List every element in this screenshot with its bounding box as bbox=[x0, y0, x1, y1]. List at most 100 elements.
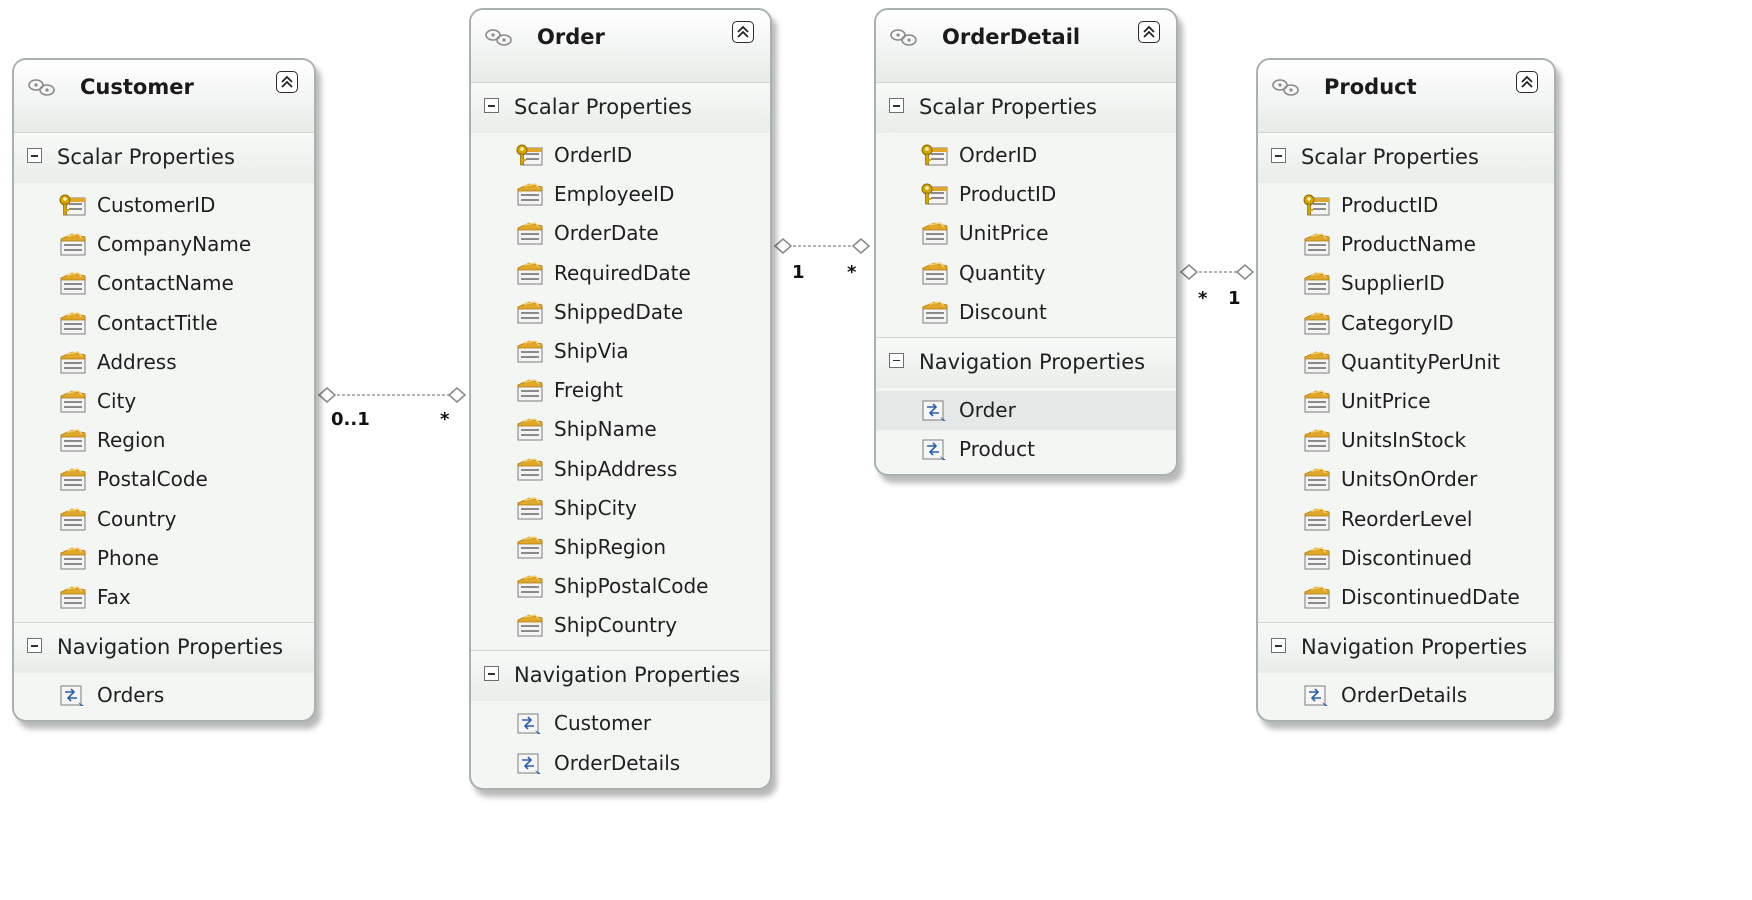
scalar-property[interactable]: Discontinued bbox=[1258, 539, 1554, 578]
section-label: Navigation Properties bbox=[57, 635, 284, 660]
property-name: UnitPrice bbox=[1341, 388, 1431, 413]
scalar-property[interactable]: PostalCode bbox=[14, 460, 314, 499]
collapse-section-icon[interactable] bbox=[889, 98, 904, 113]
scalar-property[interactable]: Discount bbox=[876, 293, 1176, 332]
association-order-orderdetail[interactable] bbox=[773, 238, 871, 254]
scalar-property[interactable]: ProductID bbox=[1258, 186, 1554, 225]
entity-orderdetail[interactable]: OrderDetail Scalar Properties OrderID Produ… bbox=[874, 8, 1178, 477]
scalar-property[interactable]: CompanyName bbox=[14, 225, 314, 264]
collapse-section-icon[interactable] bbox=[484, 666, 499, 682]
scalar-property[interactable]: UnitPrice bbox=[1258, 382, 1554, 421]
navigation-properties-header[interactable]: Navigation Properties bbox=[471, 650, 770, 702]
key-property-icon bbox=[58, 193, 88, 218]
scalar-property[interactable]: SupplierID bbox=[1258, 264, 1554, 303]
section-label: Scalar Properties bbox=[514, 95, 692, 119]
scalar-property[interactable]: ContactName bbox=[14, 264, 314, 303]
property-name: RequiredDate bbox=[554, 260, 691, 285]
property-name: Discount bbox=[959, 299, 1047, 324]
navigation-properties-header[interactable]: Navigation Properties bbox=[876, 336, 1176, 388]
scalar-property[interactable]: ShipPostalCode bbox=[471, 567, 770, 606]
collapse-section-icon[interactable] bbox=[27, 148, 42, 163]
section-label: Navigation Properties bbox=[1301, 635, 1528, 660]
entity-header[interactable]: OrderDetail bbox=[876, 10, 1176, 82]
entity-customer[interactable]: Customer Scalar Properties CustomerID Compa… bbox=[12, 58, 316, 723]
scalar-property[interactable]: Quantity bbox=[876, 254, 1176, 293]
collapse-section-icon[interactable] bbox=[27, 638, 42, 654]
collapse-button[interactable] bbox=[1516, 71, 1538, 93]
navigation-property[interactable]: OrderDetails bbox=[1258, 676, 1554, 715]
property-name: ShipPostalCode bbox=[554, 574, 709, 599]
scalar-property[interactable]: UnitsInStock bbox=[1258, 421, 1554, 460]
key-property-icon bbox=[920, 143, 950, 168]
entity-header[interactable]: Product bbox=[1258, 60, 1554, 132]
scalar-property[interactable]: Fax bbox=[14, 578, 314, 617]
collapse-button[interactable] bbox=[1138, 21, 1160, 43]
scalar-property[interactable]: OrderID bbox=[471, 136, 770, 175]
scalar-property[interactable]: Country bbox=[14, 500, 314, 539]
scalar-property[interactable]: ShippedDate bbox=[471, 293, 770, 332]
property-name: Quantity bbox=[959, 260, 1046, 285]
navigation-property[interactable]: Customer bbox=[471, 704, 770, 743]
scalar-property[interactable]: City bbox=[14, 382, 314, 421]
scalar-property[interactable]: Freight bbox=[471, 371, 770, 410]
scalar-property[interactable]: CategoryID bbox=[1258, 304, 1554, 343]
scalar-properties-header[interactable]: Scalar Properties bbox=[876, 82, 1176, 133]
scalar-property[interactable]: ShipRegion bbox=[471, 528, 770, 567]
property-name: DiscontinuedDate bbox=[1341, 584, 1520, 609]
collapse-section-icon[interactable] bbox=[1271, 638, 1286, 654]
scalar-property[interactable]: OrderDate bbox=[471, 214, 770, 253]
navigation-property[interactable]: Product bbox=[876, 430, 1176, 469]
scalar-properties-header[interactable]: Scalar Properties bbox=[14, 132, 314, 183]
scalar-property[interactable]: Address bbox=[14, 343, 314, 382]
scalar-property[interactable]: RequiredDate bbox=[471, 254, 770, 293]
scalar-property[interactable]: ShipName bbox=[471, 410, 770, 449]
property-name: ShipRegion bbox=[554, 534, 667, 559]
entity-order[interactable]: Order Scalar Properties OrderID EmployeeID O… bbox=[469, 8, 772, 790]
collapse-button[interactable] bbox=[732, 21, 754, 43]
scalar-property[interactable]: ProductName bbox=[1258, 225, 1554, 264]
scalar-property-icon bbox=[515, 417, 545, 442]
scalar-property[interactable]: ContactTitle bbox=[14, 304, 314, 343]
collapse-section-icon[interactable] bbox=[484, 98, 499, 113]
scalar-property[interactable]: QuantityPerUnit bbox=[1258, 343, 1554, 382]
entity-header[interactable]: Order bbox=[471, 10, 770, 82]
scalar-property[interactable]: DiscontinuedDate bbox=[1258, 578, 1554, 617]
scalar-property[interactable]: UnitsOnOrder bbox=[1258, 460, 1554, 499]
scalar-property[interactable]: UnitPrice bbox=[876, 214, 1176, 253]
scalar-properties-header[interactable]: Scalar Properties bbox=[471, 82, 770, 133]
scalar-property[interactable]: Phone bbox=[14, 539, 314, 578]
property-name: UnitsInStock bbox=[1341, 428, 1467, 453]
scalar-property[interactable]: CustomerID bbox=[14, 186, 314, 225]
collapse-section-icon[interactable] bbox=[1271, 148, 1286, 163]
scalar-property[interactable]: ProductID bbox=[876, 175, 1176, 214]
navigation-property[interactable]: OrderDetails bbox=[471, 744, 770, 783]
property-name: OrderID bbox=[554, 143, 633, 167]
scalar-property[interactable]: ReorderLevel bbox=[1258, 500, 1554, 539]
scalar-property-icon bbox=[920, 261, 950, 286]
scalar-property[interactable]: ShipVia bbox=[471, 332, 770, 371]
scalar-property[interactable]: EmployeeID bbox=[471, 175, 770, 214]
property-name: Address bbox=[97, 349, 177, 374]
navigation-properties-header[interactable]: Navigation Properties bbox=[1258, 622, 1554, 674]
association-customer-order[interactable] bbox=[317, 387, 467, 403]
scalar-property[interactable]: Region bbox=[14, 421, 314, 460]
collapse-button[interactable] bbox=[276, 71, 298, 93]
navigation-property[interactable]: Order bbox=[876, 390, 1176, 431]
scalar-property-list: OrderID EmployeeID OrderDate RequiredDate Sh… bbox=[471, 133, 770, 650]
property-name: OrderID bbox=[959, 143, 1038, 167]
scalar-property[interactable]: ShipAddress bbox=[471, 450, 770, 489]
entity-product[interactable]: Product Scalar Properties ProductID Product… bbox=[1256, 58, 1556, 723]
entity-header[interactable]: Customer bbox=[14, 60, 314, 132]
scalar-property-icon bbox=[58, 271, 88, 296]
scalar-property-icon bbox=[515, 261, 545, 286]
multiplicity-label: * bbox=[1198, 288, 1208, 309]
scalar-property[interactable]: ShipCity bbox=[471, 489, 770, 528]
scalar-properties-header[interactable]: Scalar Properties bbox=[1258, 132, 1554, 183]
navigation-property[interactable]: Orders bbox=[14, 676, 314, 715]
association-orderdetail-product[interactable] bbox=[1179, 264, 1255, 280]
collapse-section-icon[interactable] bbox=[889, 352, 904, 368]
scalar-property-list: OrderID ProductID UnitPrice Quantity Discoun… bbox=[876, 133, 1176, 337]
scalar-property[interactable]: OrderID bbox=[876, 136, 1176, 175]
navigation-properties-header[interactable]: Navigation Properties bbox=[14, 622, 314, 674]
scalar-property[interactable]: ShipCountry bbox=[471, 606, 770, 645]
